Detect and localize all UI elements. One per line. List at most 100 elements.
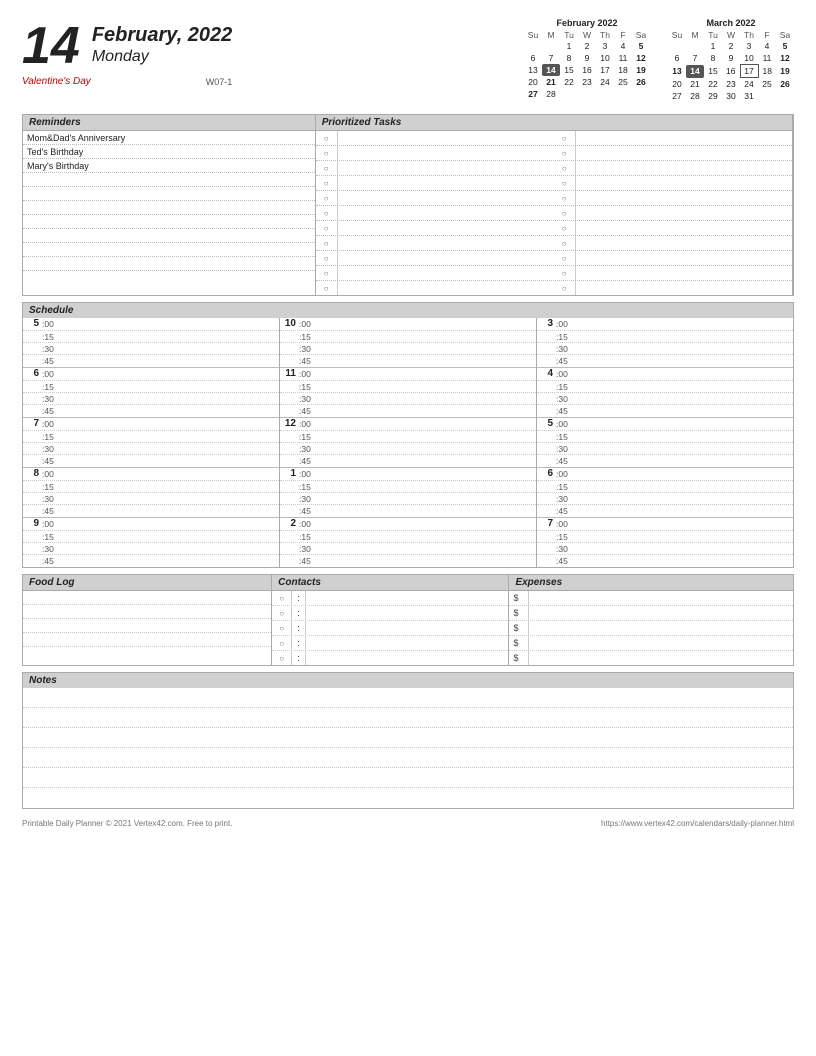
- list-item: :15: [280, 431, 536, 443]
- list-item: ○ ○: [316, 221, 792, 236]
- task-checkbox[interactable]: ○: [554, 281, 576, 295]
- schedule-grid: 5 :00 :15 :30 :45: [22, 318, 794, 568]
- list-item: $: [509, 651, 793, 665]
- task-checkbox[interactable]: ○: [554, 251, 576, 265]
- list-item: :30: [23, 543, 279, 555]
- feb-cal-title: February 2022: [524, 18, 650, 28]
- list-item: :45: [537, 505, 793, 517]
- task-checkbox[interactable]: ○: [316, 236, 338, 250]
- mini-calendars: February 2022 Su M Tu W Th F Sa: [524, 18, 794, 102]
- list-item: ○ ○: [316, 251, 792, 266]
- list-item: [23, 271, 315, 285]
- contact-checkbox[interactable]: ○: [272, 636, 292, 650]
- task-checkbox[interactable]: ○: [316, 146, 338, 160]
- task-checkbox[interactable]: ○: [554, 236, 576, 250]
- list-item: ○ :: [272, 621, 508, 636]
- expenses-header: Expenses: [509, 575, 793, 591]
- contact-checkbox[interactable]: ○: [272, 606, 292, 620]
- list-item: 6 :00: [537, 468, 793, 481]
- list-item: :30: [537, 543, 793, 555]
- feb-header-w: W: [578, 30, 596, 40]
- list-item: 8 :00: [23, 468, 279, 481]
- tasks-header: Prioritized Tasks: [316, 115, 792, 131]
- list-item: ○ ○: [316, 191, 792, 206]
- notes-body: [22, 688, 794, 809]
- list-item: [23, 768, 793, 788]
- list-item: :30: [280, 543, 536, 555]
- tasks-column: Prioritized Tasks ○ ○ ○ ○ ○ ○: [316, 115, 793, 295]
- list-item: ○ :: [272, 651, 508, 665]
- reminders-header: Reminders: [23, 115, 315, 131]
- hour-block-9: 9 :00 :15 :30 :45: [23, 518, 279, 567]
- list-item: :45: [537, 555, 793, 567]
- contact-checkbox[interactable]: ○: [272, 651, 292, 665]
- list-item: 7 :00: [23, 418, 279, 431]
- holiday-name: Valentine's Day: [22, 76, 91, 87]
- list-item: [23, 728, 793, 748]
- list-item: :15: [280, 531, 536, 543]
- weekday: Monday: [92, 47, 232, 66]
- list-item: [23, 708, 793, 728]
- task-checkbox[interactable]: ○: [316, 176, 338, 190]
- list-item: :45: [23, 455, 279, 467]
- footer-right: https://www.vertex42.com/calendars/daily…: [601, 819, 794, 828]
- task-checkbox[interactable]: ○: [554, 146, 576, 160]
- list-item: 1 :00: [280, 468, 536, 481]
- list-item: :30: [537, 493, 793, 505]
- task-checkbox[interactable]: ○: [554, 176, 576, 190]
- hour-block-5pm: 5 :00 :15 :30 :45: [537, 418, 793, 468]
- task-checkbox[interactable]: ○: [554, 191, 576, 205]
- task-checkbox[interactable]: ○: [316, 251, 338, 265]
- list-item: [23, 633, 271, 647]
- task-checkbox[interactable]: ○: [316, 161, 338, 175]
- list-item: ○ ○: [316, 236, 792, 251]
- task-checkbox[interactable]: ○: [316, 281, 338, 295]
- list-item: $: [509, 636, 793, 651]
- task-checkbox[interactable]: ○: [554, 161, 576, 175]
- contact-checkbox[interactable]: ○: [272, 621, 292, 635]
- task-checkbox[interactable]: ○: [316, 131, 338, 145]
- schedule-col-2: 10 :00 :15 :30 :45: [280, 318, 537, 567]
- list-item: [23, 243, 315, 257]
- list-item: :45: [280, 455, 536, 467]
- list-item: :30: [537, 443, 793, 455]
- list-item: :45: [537, 355, 793, 367]
- list-item: Ted's Birthday: [23, 145, 315, 159]
- feb-header-m: M: [542, 30, 560, 40]
- list-item: $: [509, 591, 793, 606]
- list-item: Mom&Dad's Anniversary: [23, 131, 315, 145]
- footer-left: Printable Daily Planner © 2021 Vertex42.…: [22, 819, 232, 828]
- list-item: :45: [280, 555, 536, 567]
- list-item: ○ ○: [316, 266, 792, 281]
- task-checkbox[interactable]: ○: [316, 266, 338, 280]
- date-block: 14 February, 2022 Monday Valentine's Day…: [22, 18, 232, 87]
- feb-header-tu: Tu: [560, 30, 578, 40]
- list-item: 6 :00: [23, 368, 279, 381]
- task-checkbox[interactable]: ○: [554, 221, 576, 235]
- list-item: :15: [537, 381, 793, 393]
- list-item: [23, 257, 315, 271]
- feb-header-sa: Sa: [632, 30, 650, 40]
- list-item: ○ ○: [316, 206, 792, 221]
- reminders-tasks-section: Reminders Mom&Dad's Anniversary Ted's Bi…: [22, 114, 794, 296]
- list-item: :30: [537, 393, 793, 405]
- list-item: ○ ○: [316, 176, 792, 191]
- list-item: :15: [23, 331, 279, 343]
- task-checkbox[interactable]: ○: [316, 191, 338, 205]
- task-checkbox[interactable]: ○: [554, 266, 576, 280]
- month-year: February, 2022: [92, 23, 232, 47]
- list-item: :15: [23, 431, 279, 443]
- task-checkbox[interactable]: ○: [554, 206, 576, 220]
- task-checkbox[interactable]: ○: [316, 206, 338, 220]
- list-item: :45: [537, 455, 793, 467]
- list-item: [23, 201, 315, 215]
- expenses-column: Expenses $ $ $ $ $: [509, 575, 793, 665]
- contact-checkbox[interactable]: ○: [272, 591, 292, 605]
- day-number: 14: [22, 20, 80, 72]
- schedule-col-3: 3 :00 :15 :30 :45: [537, 318, 793, 567]
- task-checkbox[interactable]: ○: [554, 131, 576, 145]
- schedule-col-1: 5 :00 :15 :30 :45: [23, 318, 280, 567]
- list-item: 11 :00: [280, 368, 536, 381]
- list-item: :15: [537, 531, 793, 543]
- task-checkbox[interactable]: ○: [316, 221, 338, 235]
